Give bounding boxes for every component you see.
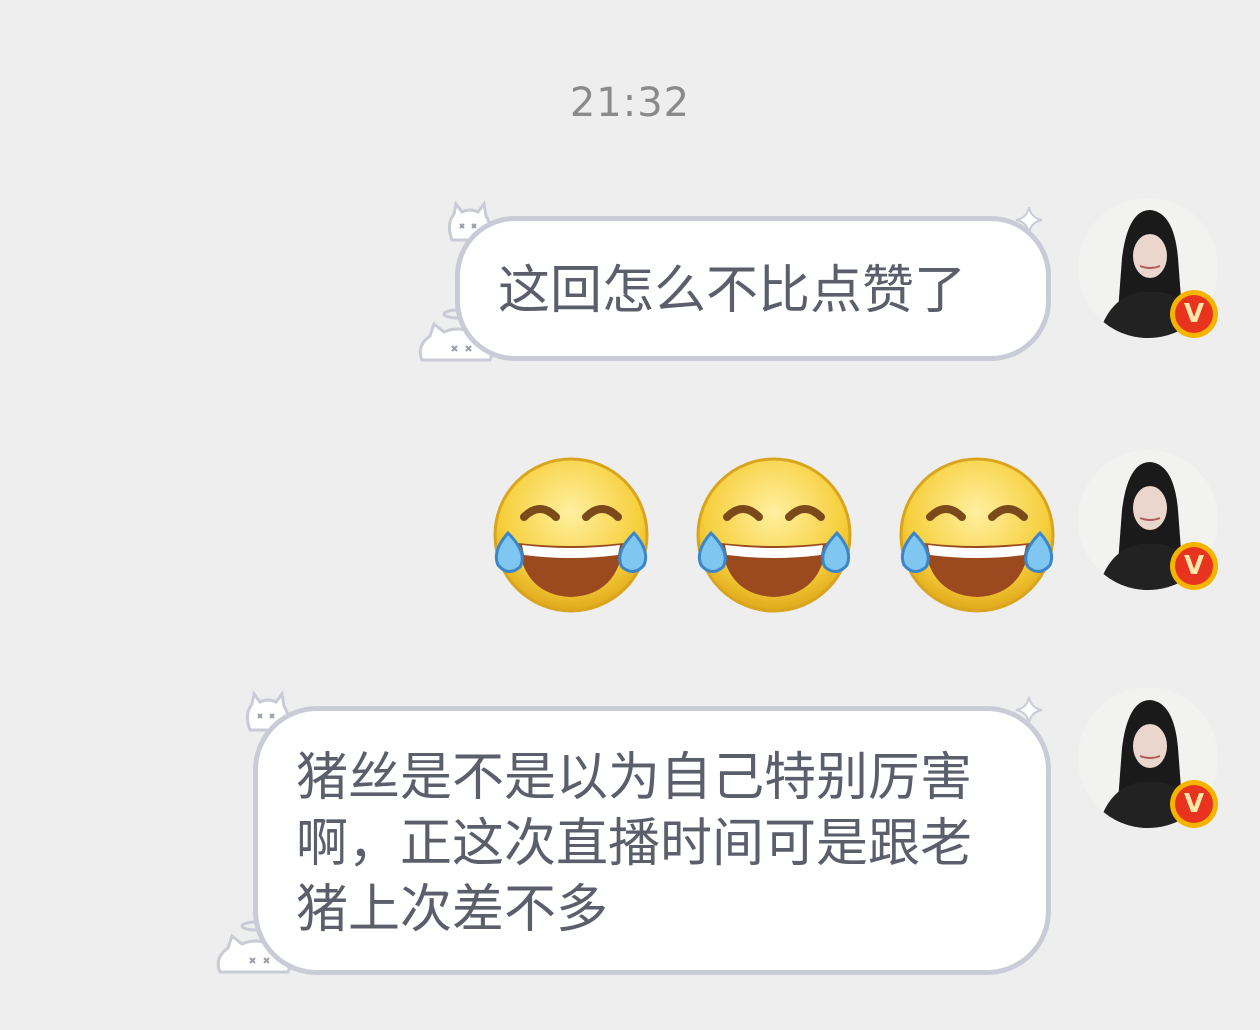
verified-v-icon: V xyxy=(1175,785,1213,823)
message-bubble[interactable]: 这回怎么不比点赞了 xyxy=(455,216,1051,361)
sender-avatar[interactable]: V xyxy=(1078,688,1218,828)
verified-badge: V xyxy=(1170,542,1218,590)
verified-badge: V xyxy=(1170,780,1218,828)
laughing-crying-emoji-icon xyxy=(899,457,1055,613)
laughing-crying-emoji-icon xyxy=(493,457,649,613)
verified-badge: V xyxy=(1170,290,1218,338)
sender-avatar[interactable]: V xyxy=(1078,450,1218,590)
message-timestamp: 21:32 xyxy=(569,80,691,126)
verified-v-icon: V xyxy=(1175,547,1213,585)
chat-view: 21:32 V 这回怎么不比点赞了 V V 猪丝是不是以为自己特别厉害啊，正这次… xyxy=(0,0,1260,1030)
sender-avatar[interactable]: V xyxy=(1078,198,1218,338)
verified-v-icon: V xyxy=(1175,295,1213,333)
message-bubble[interactable]: 猪丝是不是以为自己特别厉害啊，正这次直播时间可是跟老猪上次差不多 xyxy=(253,706,1051,975)
message-text: 猪丝是不是以为自己特别厉害啊，正这次直播时间可是跟老猪上次差不多 xyxy=(296,748,973,940)
message-text: 这回怎么不比点赞了 xyxy=(498,261,967,321)
laughing-crying-emoji-icon xyxy=(696,457,852,613)
